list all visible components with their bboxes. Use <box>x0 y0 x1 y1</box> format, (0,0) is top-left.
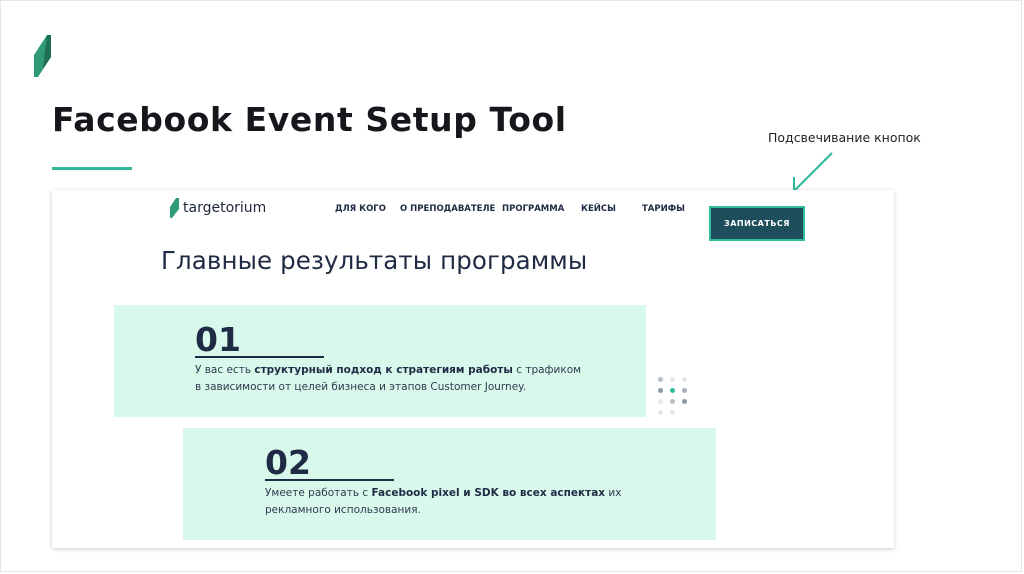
card-description: У вас есть структурный подход к стратеги… <box>195 362 581 396</box>
decor-dot <box>682 377 687 382</box>
card-text-line2: рекламного использования. <box>265 504 421 516</box>
section-title: Главные результаты программы <box>161 246 588 275</box>
decor-dot <box>670 410 675 415</box>
decor-dot <box>682 399 687 404</box>
decor-dot <box>658 410 663 415</box>
site-header: targetorium ДЛЯ КОГО О ПРЕПОДАВАТЕЛЕ ПРО… <box>52 190 894 241</box>
result-card-1: 01 У вас есть структурный подход к страт… <box>114 305 646 417</box>
nav-item-keysy[interactable]: КЕЙСЫ <box>581 204 616 214</box>
site-logo[interactable]: targetorium <box>170 198 266 218</box>
card-number-underline <box>265 479 394 481</box>
decor-dot <box>658 377 663 382</box>
card-description: Умеете работать с Facebook pixel и SDK в… <box>265 485 621 519</box>
nav-item-o-prepodavatele[interactable]: О ПРЕПОДАВАТЕЛЕ <box>400 204 495 214</box>
card-number: 02 <box>265 443 311 482</box>
nav-item-programma[interactable]: ПРОГРАММА <box>502 204 564 214</box>
nav-item-tarify[interactable]: ТАРИФЫ <box>642 204 685 214</box>
decor-dot <box>658 388 663 393</box>
card-text-post: с трафиком <box>512 364 582 376</box>
card-text-line2: в зависимости от целей бизнеса и этапов … <box>195 381 527 393</box>
decor-dot <box>658 399 663 404</box>
site-logo-text: targetorium <box>183 200 267 216</box>
annotation-label: Подсвечивание кнопок <box>768 130 921 145</box>
card-text-post: их <box>605 487 622 499</box>
targetorium-logo-icon <box>170 198 179 218</box>
slide-title: Facebook Event Setup Tool <box>52 100 567 139</box>
nav-item-dlya-kogo[interactable]: ДЛЯ КОГО <box>335 204 386 214</box>
dot-grid-icon <box>656 375 696 415</box>
card-number: 01 <box>195 320 241 359</box>
decor-dot <box>670 388 675 393</box>
card-text-bold: структурный подход к стратегиям работы <box>254 364 513 376</box>
card-number-underline <box>195 356 324 358</box>
card-text-pre: Умеете работать с <box>265 487 372 499</box>
card-text-pre: У вас есть <box>195 364 255 376</box>
decor-dot <box>670 399 675 404</box>
logo-mark-icon <box>34 35 51 77</box>
signup-button[interactable]: ЗАПИСАТЬСЯ <box>709 206 805 241</box>
card-text-bold: Facebook pixel и SDK во всех аспектах <box>371 487 606 499</box>
decor-dot <box>670 377 675 382</box>
title-underline <box>52 167 132 170</box>
website-screenshot: targetorium ДЛЯ КОГО О ПРЕПОДАВАТЕЛЕ ПРО… <box>52 190 894 548</box>
decor-dot <box>682 388 687 393</box>
result-card-2: 02 Умеете работать с Facebook pixel и SD… <box>183 428 716 540</box>
